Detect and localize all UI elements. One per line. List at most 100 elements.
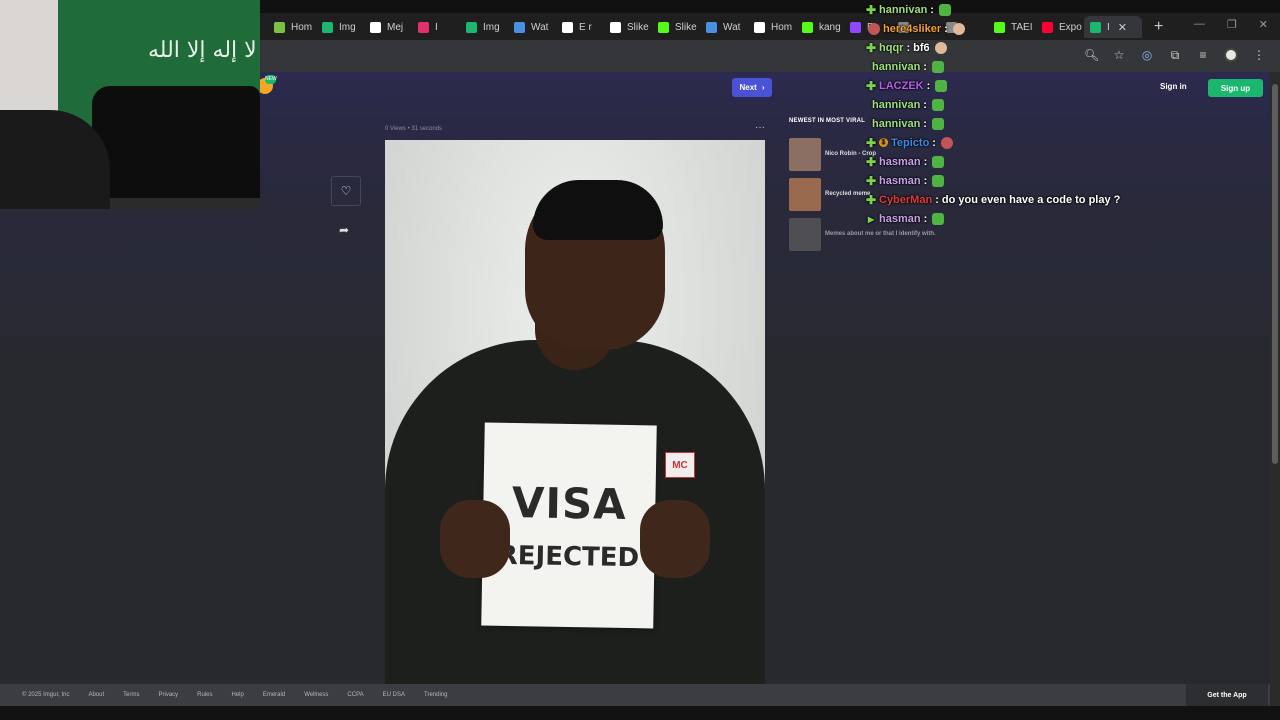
tab-label: Slike bbox=[627, 21, 649, 33]
post-thumbnail bbox=[789, 177, 821, 211]
left-hand bbox=[440, 500, 510, 578]
footer-link[interactable]: Rules bbox=[197, 692, 212, 698]
chat-text: do you even have a code to play ? bbox=[941, 193, 1121, 206]
chat-username[interactable]: hasman bbox=[879, 213, 921, 225]
close-window-icon[interactable]: ✕ bbox=[1259, 18, 1268, 31]
chat-username[interactable]: hasman bbox=[879, 156, 921, 168]
page-scrollbar[interactable] bbox=[1270, 72, 1280, 706]
get-the-app-button[interactable]: Get the App bbox=[1186, 684, 1268, 706]
imgur-icon bbox=[322, 21, 333, 33]
post-image: MC VISA REJECTED bbox=[385, 140, 765, 684]
webcam-chair bbox=[92, 86, 260, 198]
sidebar-post-title: Memes about me or that I identify with. bbox=[825, 230, 936, 237]
next-label: Next bbox=[739, 83, 757, 92]
window-controls: — ❐ ✕ bbox=[1194, 18, 1268, 31]
chat-username[interactable]: LACZEK bbox=[879, 80, 924, 92]
chat-colon: : bbox=[923, 212, 928, 225]
image-hands bbox=[440, 500, 710, 580]
chat-username[interactable]: here4sliker bbox=[883, 23, 941, 35]
chat-message: hannivan : bbox=[866, 95, 1196, 114]
chat-message: hannivan : bbox=[866, 114, 1196, 133]
browser-tab[interactable]: Hom bbox=[748, 16, 796, 38]
tab-label: kang bbox=[819, 21, 841, 33]
footer-link[interactable]: CCPA bbox=[347, 692, 363, 698]
chat-emote-icon bbox=[938, 3, 951, 16]
chat-emote-icon bbox=[952, 22, 965, 35]
footer-link[interactable]: About bbox=[88, 692, 104, 698]
browser-tab[interactable]: Slike bbox=[604, 16, 652, 38]
footer-link[interactable]: Privacy bbox=[158, 692, 178, 698]
sign-up-button[interactable]: Sign up bbox=[1208, 79, 1263, 97]
tab-label: Img bbox=[339, 21, 356, 33]
chat-username[interactable]: hannivan bbox=[872, 99, 920, 111]
footer-links: © 2025 Imgur, Inc About Terms Privacy Rules H… bbox=[0, 692, 466, 698]
tab-label: Wat bbox=[723, 21, 741, 33]
footer-link[interactable]: Wellness bbox=[304, 692, 328, 698]
browser-tab[interactable]: Wat bbox=[508, 16, 556, 38]
favorite-heart-icon[interactable]: ♡ bbox=[331, 176, 361, 206]
chat-message: here4sliker : bbox=[866, 19, 1196, 38]
footer-link[interactable]: Trending bbox=[424, 692, 447, 698]
copyright-text: © 2025 Imgur, Inc bbox=[22, 692, 70, 698]
browser-tab[interactable]: Img bbox=[316, 16, 364, 38]
image-hair bbox=[533, 180, 663, 240]
chat-colon: : bbox=[930, 3, 934, 16]
tab-label: Hom bbox=[291, 21, 313, 33]
chat-colon: : bbox=[932, 136, 936, 149]
share-arrow-icon[interactable]: ➦ bbox=[339, 223, 349, 237]
tab-label: Slike bbox=[675, 21, 697, 33]
chat-emote-icon bbox=[931, 60, 944, 73]
meta-separator: • bbox=[407, 126, 410, 132]
chat-message: ✚ LACZEK : bbox=[866, 76, 1196, 95]
chat-message: ✚ hasman : bbox=[866, 171, 1196, 190]
browser-tab[interactable]: Mej bbox=[364, 16, 412, 38]
chat-username[interactable]: hasman bbox=[879, 175, 921, 187]
page-footer: © 2025 Imgur, Inc About Terms Privacy Rules H… bbox=[0, 684, 1270, 706]
post-age: 31 seconds bbox=[411, 126, 443, 132]
view-count: 0 Views bbox=[385, 126, 406, 132]
chevron-right-icon: › bbox=[761, 83, 765, 92]
chat-colon: : bbox=[923, 98, 927, 111]
next-button[interactable]: Next › bbox=[732, 78, 772, 97]
chat-username[interactable]: CyberMan bbox=[879, 194, 932, 206]
post-thumbnail bbox=[789, 137, 821, 171]
x-icon bbox=[562, 21, 573, 33]
browser-tab[interactable]: Img bbox=[460, 16, 508, 38]
footer-link[interactable]: Emerald bbox=[263, 692, 285, 698]
profile-avatar[interactable] bbox=[1224, 48, 1238, 62]
plus-badge-icon: ✚ bbox=[866, 154, 877, 169]
user-badge-icon bbox=[868, 22, 880, 35]
chat-colon: : bbox=[944, 22, 948, 35]
chat-emote-icon bbox=[940, 136, 953, 149]
chat-username[interactable]: hannivan bbox=[872, 61, 920, 73]
menu-kebab-icon[interactable]: ⋮ bbox=[1252, 48, 1266, 62]
chat-emote-icon bbox=[932, 174, 945, 187]
footer-link[interactable]: Help bbox=[232, 692, 244, 698]
chat-username[interactable]: Tepicto bbox=[891, 137, 929, 149]
right-hand bbox=[640, 500, 710, 578]
browser-tab[interactable]: Hom bbox=[268, 16, 316, 38]
media-control-icon[interactable]: ≡ bbox=[1196, 48, 1210, 62]
scrollbar-thumb[interactable] bbox=[1272, 84, 1278, 464]
x-icon bbox=[754, 21, 765, 33]
tab-label: Mej bbox=[387, 21, 404, 33]
chat-username[interactable]: hannivan bbox=[872, 118, 920, 130]
instagram-icon bbox=[418, 21, 429, 33]
chat-colon: : bbox=[923, 174, 928, 187]
browser-tab[interactable]: E r bbox=[556, 16, 604, 38]
imgur-icon bbox=[466, 21, 477, 33]
browser-tab[interactable]: I bbox=[412, 16, 460, 38]
restore-icon[interactable]: ❐ bbox=[1227, 18, 1237, 31]
browser-tab[interactable]: Wat bbox=[700, 16, 748, 38]
kick-icon bbox=[658, 21, 669, 33]
footer-link[interactable]: EU DSA bbox=[383, 692, 405, 698]
chat-username[interactable]: hannivan bbox=[879, 4, 927, 16]
browser-tab[interactable]: kang bbox=[796, 16, 844, 38]
leaf-icon bbox=[274, 21, 285, 33]
footer-link[interactable]: Terms bbox=[123, 692, 139, 698]
browser-tab[interactable]: Slike bbox=[652, 16, 700, 38]
tab-label: Hom bbox=[771, 21, 793, 33]
more-options-icon[interactable]: ··· bbox=[755, 122, 765, 133]
chat-username[interactable]: hqqr bbox=[879, 42, 903, 54]
plus-badge-icon: ✚ bbox=[866, 40, 877, 55]
